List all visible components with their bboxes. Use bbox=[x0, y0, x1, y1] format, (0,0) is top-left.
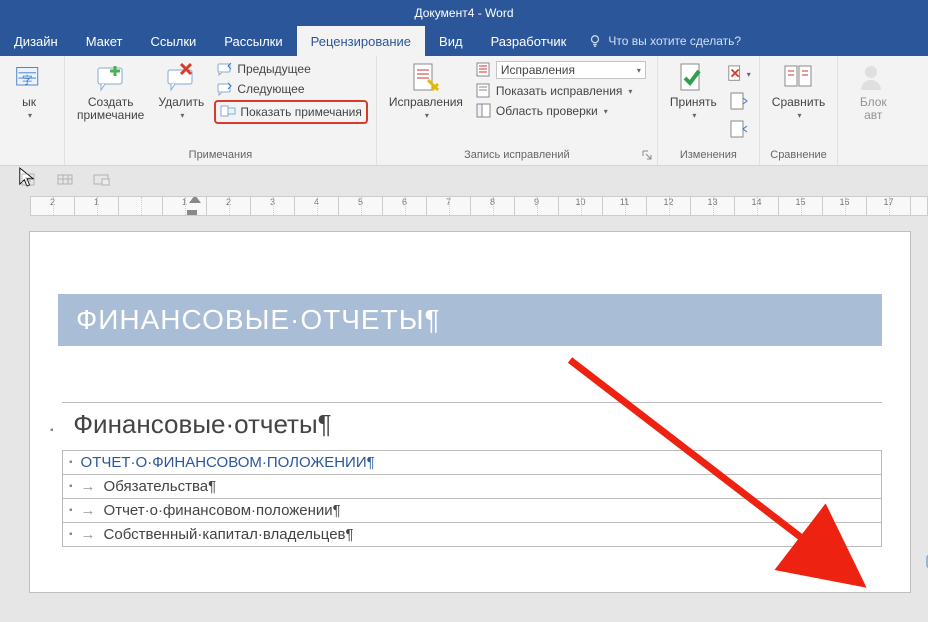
group-protect: Блок авт bbox=[838, 56, 908, 165]
new-comment-icon bbox=[95, 62, 127, 94]
tracking-dialog-launcher[interactable] bbox=[641, 149, 653, 161]
ribbon: 字 ык ▾ Создать примечание Удалить ▾ bbox=[0, 56, 928, 166]
track-changes-icon bbox=[410, 62, 442, 94]
window-title: Документ4 - Word bbox=[414, 6, 513, 20]
title-bar: Документ4 - Word bbox=[0, 0, 928, 26]
chevron-down-icon: ▾ bbox=[798, 111, 802, 120]
tab-char-icon: → bbox=[81, 478, 96, 495]
display-mode-combo[interactable]: Исправления ▾ bbox=[473, 60, 649, 80]
group-language: 字 ык ▾ bbox=[0, 56, 65, 165]
show-markup-icon bbox=[476, 83, 492, 99]
group-label-changes: Изменения bbox=[666, 147, 751, 165]
display-mode-icon bbox=[476, 62, 492, 78]
chevron-down-icon: ▾ bbox=[604, 107, 608, 116]
new-comment-button[interactable]: Создать примечание bbox=[73, 60, 148, 124]
prev-comment-icon bbox=[217, 61, 233, 77]
show-comments-icon bbox=[220, 104, 236, 120]
compare-button[interactable]: Сравнить ▾ bbox=[768, 60, 829, 122]
bullet-icon: ▪ bbox=[50, 425, 54, 436]
chevron-down-icon: ▾ bbox=[628, 87, 632, 96]
group-label-tracking: Запись исправлений bbox=[385, 147, 649, 165]
group-compare: Сравнить ▾ Сравнение bbox=[760, 56, 838, 165]
group-label-compare: Сравнение bbox=[768, 147, 829, 165]
reject-button[interactable]: ▾ bbox=[727, 62, 751, 86]
chevron-down-icon: ▾ bbox=[425, 111, 429, 120]
document-workspace: ФИНАНСОВЫЕ·ОТЧЕТЫ¶ ▪ Финансовые·отчеты¶ … bbox=[0, 220, 928, 592]
show-comments-button[interactable]: Показать примечания bbox=[214, 100, 368, 124]
previous-comment-button[interactable]: Предыдущее bbox=[214, 60, 368, 78]
chevron-down-icon: ▾ bbox=[28, 111, 32, 120]
tab-review[interactable]: Рецензирование bbox=[297, 26, 425, 56]
delete-comment-icon bbox=[165, 62, 197, 94]
reviewing-pane-icon bbox=[476, 103, 492, 119]
show-markup-button[interactable]: Показать исправления ▾ bbox=[473, 82, 649, 100]
tab-view[interactable]: Вид bbox=[425, 26, 477, 56]
table-of-contents[interactable]: ▪ОТЧЕТ·О·ФИНАНСОВОМ·ПОЛОЖЕНИИ¶ ▪→Обязате… bbox=[62, 450, 882, 547]
accept-button[interactable]: Принять ▾ bbox=[666, 60, 721, 122]
tab-mailings[interactable]: Рассылки bbox=[210, 26, 296, 56]
chevron-down-icon: ▾ bbox=[747, 70, 751, 79]
lightbulb-icon bbox=[588, 34, 602, 48]
toc-row[interactable]: ▪→Собственный·капитал·владельцев¶ bbox=[63, 522, 881, 546]
track-changes-button[interactable]: Исправления ▾ bbox=[385, 60, 467, 122]
tab-references[interactable]: Ссылки bbox=[137, 26, 211, 56]
prev-change-button[interactable] bbox=[727, 90, 751, 114]
tab-design[interactable]: Дизайн bbox=[0, 26, 72, 56]
globe-icon: 字 bbox=[13, 62, 45, 94]
qat-icon-2[interactable] bbox=[56, 171, 74, 189]
group-tracking: Исправления ▾ Исправления ▾ Показать исп… bbox=[377, 56, 658, 165]
bullet-icon: ▪ bbox=[69, 457, 73, 468]
tab-char-icon: → bbox=[81, 502, 96, 519]
title-heading[interactable]: ФИНАНСОВЫЕ·ОТЧЕТЫ¶ bbox=[58, 294, 882, 346]
language-button[interactable]: 字 ык ▾ bbox=[2, 60, 56, 122]
tab-char-icon: → bbox=[81, 526, 96, 543]
next-comment-icon bbox=[217, 81, 233, 97]
toc-row[interactable]: ▪ОТЧЕТ·О·ФИНАНСОВОМ·ПОЛОЖЕНИИ¶ bbox=[63, 451, 881, 474]
tab-developer[interactable]: Разработчик bbox=[477, 26, 581, 56]
delete-comment-button[interactable]: Удалить ▾ bbox=[154, 60, 208, 122]
chevron-down-icon: ▾ bbox=[637, 66, 641, 75]
horizontal-ruler[interactable]: 21123456789101112131415161718 bbox=[30, 196, 928, 216]
bullet-icon: ▪ bbox=[69, 505, 73, 516]
ruler-area: 21123456789101112131415161718 bbox=[0, 194, 928, 220]
accept-icon bbox=[677, 62, 709, 94]
group-label-comments: Примечания bbox=[73, 147, 368, 165]
tab-layout[interactable]: Макет bbox=[72, 26, 137, 56]
group-comments: Создать примечание Удалить ▾ Предыдущее … bbox=[65, 56, 377, 165]
tell-me-search[interactable]: Что вы хотите сделать? bbox=[588, 26, 741, 56]
next-comment-button[interactable]: Следующее bbox=[214, 80, 368, 98]
chevron-down-icon: ▾ bbox=[692, 111, 696, 120]
bullet-icon: ▪ bbox=[69, 481, 73, 492]
ribbon-tabs: Дизайн Макет Ссылки Рассылки Рецензирова… bbox=[0, 26, 928, 56]
first-line-indent-marker[interactable] bbox=[189, 196, 201, 203]
block-authors-button[interactable]: Блок авт bbox=[846, 60, 900, 124]
quick-access-strip bbox=[0, 166, 928, 194]
group-changes: Принять ▾ ▾ Изменения bbox=[658, 56, 760, 165]
next-change-button[interactable] bbox=[727, 118, 751, 142]
chevron-down-icon: ▾ bbox=[180, 111, 184, 120]
qat-icon-3[interactable] bbox=[92, 171, 110, 189]
qat-icon-1[interactable] bbox=[20, 171, 38, 189]
svg-text:字: 字 bbox=[22, 73, 33, 86]
hanging-indent-marker[interactable] bbox=[187, 210, 197, 216]
block-authors-icon bbox=[857, 62, 889, 94]
document-page[interactable]: ФИНАНСОВЫЕ·ОТЧЕТЫ¶ ▪ Финансовые·отчеты¶ … bbox=[30, 232, 910, 592]
compare-icon bbox=[783, 62, 815, 94]
toc-row[interactable]: ▪→Отчет·о·финансовом·положении¶ bbox=[63, 498, 881, 522]
bullet-icon: ▪ bbox=[69, 529, 73, 540]
reviewing-pane-button[interactable]: Область проверки ▾ bbox=[473, 102, 649, 120]
toc-row[interactable]: ▪→Обязательства¶ bbox=[63, 474, 881, 498]
toc-heading[interactable]: ▪ Финансовые·отчеты¶ bbox=[64, 409, 882, 440]
